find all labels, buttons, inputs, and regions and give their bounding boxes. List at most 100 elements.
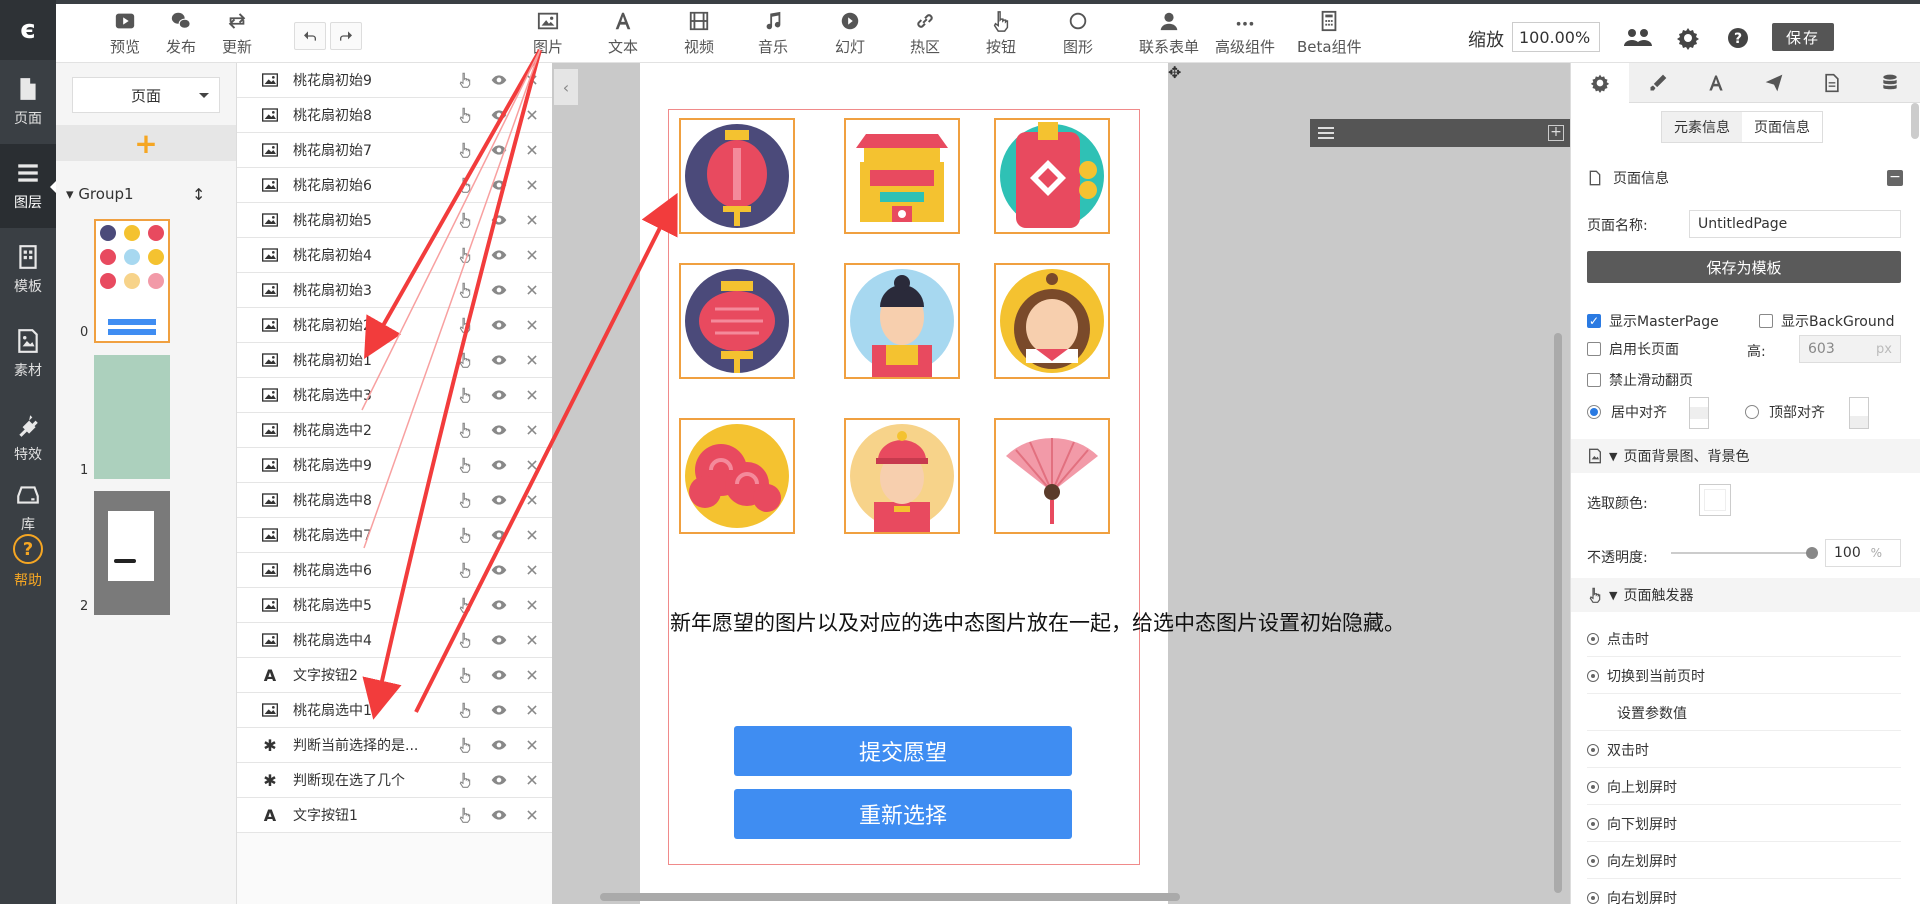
component-hotspot[interactable]: 热区	[910, 10, 940, 57]
eye-icon[interactable]	[491, 632, 507, 648]
close-icon[interactable]	[525, 493, 539, 507]
page-thumb-2[interactable]	[94, 491, 170, 615]
layer-row[interactable]: 桃花扇选中2	[237, 413, 553, 448]
close-icon[interactable]	[525, 738, 539, 752]
color-swatch[interactable]	[1699, 484, 1731, 516]
hand-icon[interactable]	[457, 632, 473, 648]
show-background-checkbox[interactable]: 显示BackGround	[1759, 311, 1894, 331]
layer-row[interactable]: A 文字按钮2	[237, 658, 553, 693]
eye-icon[interactable]	[491, 72, 507, 88]
hand-icon[interactable]	[457, 807, 473, 823]
floating-toolbar[interactable]: +	[1310, 119, 1570, 147]
redo-button[interactable]	[330, 22, 362, 50]
hand-icon[interactable]	[457, 772, 473, 788]
eye-icon[interactable]	[491, 387, 507, 403]
move-icon[interactable]: ✥	[1168, 63, 1181, 82]
nav-item-effects[interactable]: 特效	[0, 396, 56, 480]
tab-style[interactable]	[1629, 63, 1687, 103]
hand-icon[interactable]	[457, 212, 473, 228]
layer-row[interactable]: 桃花扇选中1	[237, 693, 553, 728]
center-align-radio[interactable]: 居中对齐	[1587, 402, 1667, 422]
help-button[interactable]: ? 帮助	[0, 534, 56, 590]
tile-cloud[interactable]	[679, 418, 795, 534]
add-icon[interactable]: +	[1548, 125, 1564, 141]
close-icon[interactable]	[525, 423, 539, 437]
eye-icon[interactable]	[491, 142, 507, 158]
help-question-icon[interactable]: ?	[1726, 26, 1750, 50]
eye-icon[interactable]	[491, 562, 507, 578]
trigger-item[interactable]: 向下划屏时	[1587, 806, 1901, 842]
undo-button[interactable]	[294, 22, 326, 50]
layer-row[interactable]: 桃花扇选中8	[237, 483, 553, 518]
eye-icon[interactable]	[491, 177, 507, 193]
tab-database[interactable]	[1861, 63, 1919, 103]
horizontal-scrollbar[interactable]	[600, 893, 1180, 901]
close-icon[interactable]	[525, 703, 539, 717]
hand-icon[interactable]	[457, 597, 473, 613]
layer-row[interactable]: 桃花扇选中3	[237, 378, 553, 413]
layer-row[interactable]: 桃花扇初始7	[237, 133, 553, 168]
hand-icon[interactable]	[457, 72, 473, 88]
publish-button[interactable]: 发布	[166, 10, 196, 57]
settings-gear-icon[interactable]	[1676, 26, 1700, 50]
layer-row[interactable]: A 文字按钮1	[237, 798, 553, 833]
eye-icon[interactable]	[491, 247, 507, 263]
component-shape[interactable]: 图形	[1063, 10, 1093, 57]
close-icon[interactable]	[525, 353, 539, 367]
eye-icon[interactable]	[491, 107, 507, 123]
close-icon[interactable]	[525, 283, 539, 297]
layer-row[interactable]: 桃花扇选中7	[237, 518, 553, 553]
nav-item-template[interactable]: 模板	[0, 228, 56, 312]
hand-icon[interactable]	[457, 107, 473, 123]
properties-scrollbar[interactable]	[1911, 103, 1919, 139]
eye-icon[interactable]	[491, 457, 507, 473]
nav-item-page[interactable]: 页面	[0, 60, 56, 144]
hand-icon[interactable]	[457, 737, 473, 753]
hand-icon[interactable]	[457, 387, 473, 403]
hand-icon[interactable]	[457, 667, 473, 683]
update-button[interactable]: 更新	[222, 10, 252, 57]
close-icon[interactable]	[525, 143, 539, 157]
layer-row[interactable]: ✱ 判断现在选了几个	[237, 763, 553, 798]
slider-handle[interactable]	[1806, 547, 1818, 559]
disable-swipe-checkbox[interactable]: 禁止滑动翻页	[1587, 370, 1693, 390]
sort-icon[interactable]: ↕	[192, 185, 205, 204]
layer-row[interactable]: 桃花扇初始6	[237, 168, 553, 203]
hand-icon[interactable]	[457, 247, 473, 263]
layer-row[interactable]: 桃花扇初始5	[237, 203, 553, 238]
trigger-item[interactable]: 双击时	[1587, 732, 1901, 768]
show-masterpage-checkbox[interactable]: ✓ 显示MasterPage	[1587, 311, 1719, 331]
eye-icon[interactable]	[491, 597, 507, 613]
layer-row[interactable]: 桃花扇初始8	[237, 98, 553, 133]
trigger-item[interactable]: 设置参数值	[1587, 695, 1901, 731]
top-align-radio[interactable]: 顶部对齐	[1745, 402, 1825, 422]
eye-icon[interactable]	[491, 422, 507, 438]
component-button[interactable]: 按钮	[986, 10, 1016, 57]
close-icon[interactable]	[525, 633, 539, 647]
layer-row[interactable]: 桃花扇初始3	[237, 273, 553, 308]
close-icon[interactable]	[525, 388, 539, 402]
eye-icon[interactable]	[491, 317, 507, 333]
component-image[interactable]: 图片	[533, 10, 563, 57]
hand-icon[interactable]	[457, 282, 473, 298]
hand-icon[interactable]	[457, 352, 473, 368]
tile-child[interactable]	[844, 418, 960, 534]
close-icon[interactable]	[525, 808, 539, 822]
layer-row[interactable]: 桃花扇选中5	[237, 588, 553, 623]
hand-icon[interactable]	[457, 702, 473, 718]
component-beta[interactable]: Beta组件	[1297, 10, 1362, 57]
hand-icon[interactable]	[457, 562, 473, 578]
close-icon[interactable]	[525, 213, 539, 227]
trigger-item[interactable]: 点击时	[1587, 621, 1901, 657]
opacity-slider[interactable]	[1671, 547, 1818, 559]
component-advanced[interactable]: 高级组件	[1215, 10, 1275, 57]
collapse-panel-button[interactable]: ‹	[554, 69, 578, 105]
nav-item-layers[interactable]: 图层	[0, 144, 57, 228]
component-slideshow[interactable]: 幻灯	[835, 10, 865, 57]
zoom-input[interactable]	[1512, 22, 1600, 52]
close-icon[interactable]	[525, 248, 539, 262]
menu-icon[interactable]	[1318, 125, 1334, 141]
eye-icon[interactable]	[491, 667, 507, 683]
add-page-button[interactable]: +	[56, 125, 236, 161]
layer-row[interactable]: ✱ 判断当前选择的是...	[237, 728, 553, 763]
